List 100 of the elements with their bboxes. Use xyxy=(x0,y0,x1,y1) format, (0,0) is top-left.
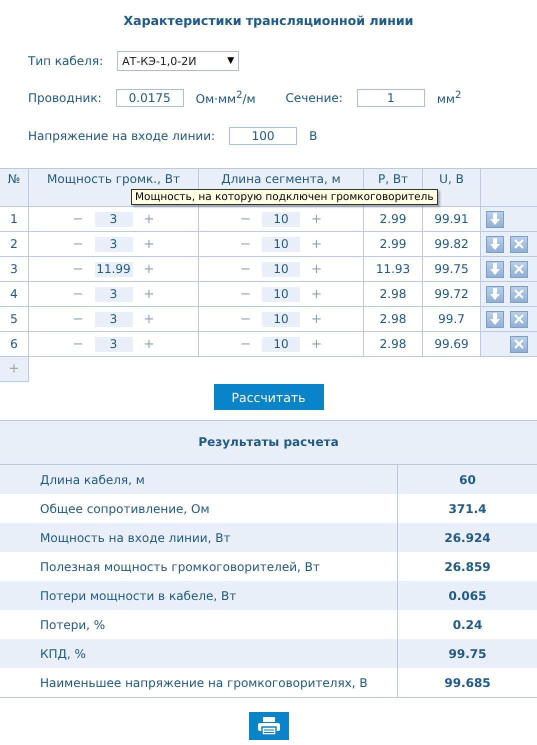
increment-button[interactable]: + xyxy=(308,262,325,276)
caret-icon: ▼ xyxy=(227,56,234,66)
cable-type-select[interactable]: АТ-КЭ-1,0-2И ▼ xyxy=(117,51,240,71)
result-value: 26.924 xyxy=(443,530,492,546)
table-cell: 2.98 xyxy=(364,332,422,356)
tooltip: Мощность, на которую подключен громкоговоритель xyxy=(131,189,438,205)
close-icon xyxy=(514,239,524,249)
row-number: 5 xyxy=(0,306,28,332)
page-title: Характеристики трансляционной линии xyxy=(122,12,414,30)
length-field[interactable]: 10 xyxy=(262,336,300,352)
decrement-button[interactable]: − xyxy=(237,212,254,226)
decrement-button[interactable]: − xyxy=(237,286,254,302)
conductor-label: Проводник: xyxy=(28,91,102,105)
increment-button[interactable]: + xyxy=(308,312,325,326)
result-label: Потери мощности в кабеле, Вт xyxy=(0,581,398,610)
result-value: 99.75 xyxy=(448,646,488,662)
decrement-button[interactable]: − xyxy=(237,336,254,352)
result-label: Наименьшее напряжение на громкоговорителях, В xyxy=(0,668,398,697)
decrement-button[interactable]: − xyxy=(237,312,254,326)
row-number: 2 xyxy=(0,232,28,256)
decrement-button[interactable]: − xyxy=(237,236,254,252)
close-icon xyxy=(514,339,524,349)
add-row-button[interactable]: + xyxy=(0,357,29,382)
increment-button[interactable]: + xyxy=(308,286,325,302)
result-value: 0.065 xyxy=(448,588,488,604)
power-field[interactable]: 3 xyxy=(94,236,132,252)
decrement-button[interactable]: − xyxy=(70,312,86,326)
conductor-field[interactable]: 0.0175 xyxy=(116,89,184,107)
decrement-button[interactable]: − xyxy=(70,262,86,276)
table-cell: 2.99 xyxy=(364,206,422,232)
result-label: Длина кабеля, м xyxy=(0,465,398,494)
increment-button[interactable]: + xyxy=(308,236,325,252)
arrow-down-icon xyxy=(489,287,501,301)
move-down-button[interactable] xyxy=(486,310,504,328)
power-field[interactable]: 3 xyxy=(94,212,132,226)
delete-button[interactable] xyxy=(510,336,528,352)
result-value: 60 xyxy=(458,472,477,488)
decrement-button[interactable]: − xyxy=(70,212,86,226)
increment-button[interactable]: + xyxy=(140,262,158,276)
section-unit: мм$^{2}$ xyxy=(436,90,462,106)
length-field[interactable]: 10 xyxy=(262,286,300,302)
printer-icon xyxy=(258,717,280,735)
result-label: КПД, % xyxy=(0,639,398,668)
move-down-button[interactable] xyxy=(486,260,504,278)
table-cell: 2.99 xyxy=(364,232,422,256)
row-number: 4 xyxy=(0,282,28,306)
decrement-button[interactable]: − xyxy=(70,336,86,352)
row-number: 1 xyxy=(0,206,28,232)
power-field[interactable]: 11.99 xyxy=(94,262,132,276)
increment-button[interactable]: + xyxy=(140,336,158,352)
move-down-button[interactable] xyxy=(486,236,504,252)
decrement-button[interactable]: − xyxy=(70,236,86,252)
decrement-button[interactable]: − xyxy=(70,286,86,302)
delete-button[interactable] xyxy=(510,310,528,328)
voltage-unit: В xyxy=(309,129,318,143)
power-field[interactable]: 3 xyxy=(94,336,132,352)
table-cell: 2.98 xyxy=(364,282,422,306)
result-value: 0.24 xyxy=(452,616,484,634)
increment-button[interactable]: + xyxy=(140,312,158,326)
length-field[interactable]: 10 xyxy=(262,236,300,252)
increment-button[interactable]: + xyxy=(140,212,158,226)
length-field[interactable]: 10 xyxy=(262,312,300,326)
cable-type-label: Тип кабеля: xyxy=(28,54,104,68)
increment-button[interactable]: + xyxy=(308,212,325,226)
arrow-down-icon xyxy=(489,312,501,326)
result-label: Мощность на входе линии, Вт xyxy=(0,523,398,552)
result-value: 371.4 xyxy=(448,500,488,518)
move-down-button[interactable] xyxy=(486,286,504,302)
print-button[interactable] xyxy=(248,712,288,740)
result-value: 26.859 xyxy=(443,558,492,576)
section-field[interactable]: 1 xyxy=(356,89,425,107)
move-down-button[interactable] xyxy=(486,210,504,228)
length-field[interactable]: 10 xyxy=(262,262,300,276)
increment-button[interactable]: + xyxy=(308,336,325,352)
close-icon xyxy=(514,314,524,324)
delete-button[interactable] xyxy=(510,236,528,252)
column-header: № xyxy=(0,168,28,206)
delete-button[interactable] xyxy=(510,260,528,278)
row-number: 3 xyxy=(0,256,28,282)
result-value: 99.685 xyxy=(443,674,492,692)
section-label: Сечение: xyxy=(286,91,343,105)
increment-button[interactable]: + xyxy=(140,286,158,302)
increment-button[interactable]: + xyxy=(140,236,158,252)
delete-button[interactable] xyxy=(510,286,528,302)
length-field[interactable]: 10 xyxy=(262,212,300,226)
close-icon xyxy=(514,289,524,299)
voltage-label: Напряжение на входе линии: xyxy=(28,129,216,143)
power-field[interactable]: 3 xyxy=(94,312,132,326)
decrement-button[interactable]: − xyxy=(237,262,254,276)
results-title: Результаты расчета xyxy=(0,421,537,465)
table-cell: 11.93 xyxy=(364,256,422,282)
table-cell: 2.98 xyxy=(364,306,422,332)
close-icon xyxy=(514,264,524,274)
power-field[interactable]: 3 xyxy=(94,286,132,302)
conductor-unit: Ом·мм$^{2}$/м xyxy=(196,90,256,106)
arrow-down-icon xyxy=(489,237,501,251)
calculate-button[interactable]: Рассчитать xyxy=(214,384,324,410)
arrow-down-icon xyxy=(489,262,501,276)
arrow-down-icon xyxy=(489,212,501,226)
voltage-field[interactable]: 100 xyxy=(229,127,298,145)
